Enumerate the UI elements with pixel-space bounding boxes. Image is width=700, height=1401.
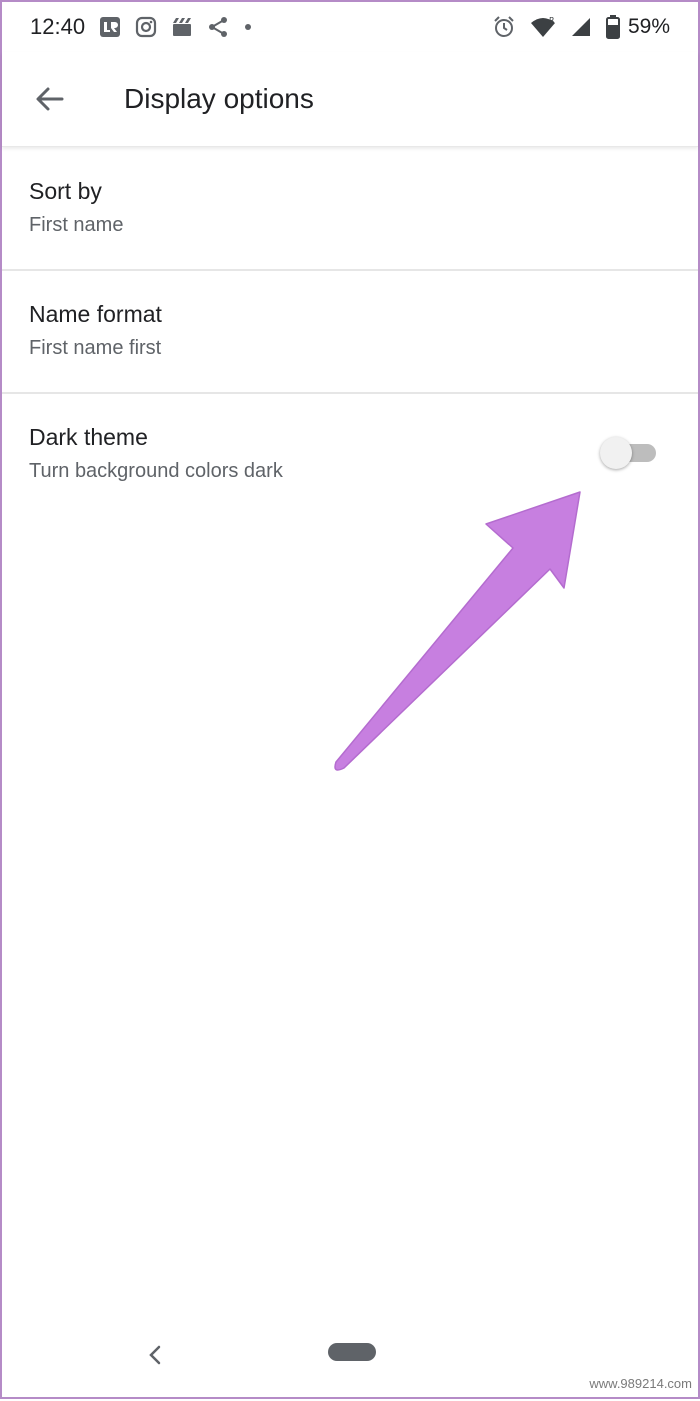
status-time: 12:40 xyxy=(30,14,86,39)
battery-percent: 59% xyxy=(627,15,670,38)
settings-list: Sort by First name Name format First nam… xyxy=(2,148,698,517)
status-left: 12:40 xyxy=(30,14,253,40)
phone-screen: 12:40 R 59% Display options Sort by Firs… xyxy=(0,0,700,1399)
setting-subtitle: First name xyxy=(29,214,124,236)
page-title: Display options xyxy=(124,83,314,114)
setting-subtitle: Turn background colors dark xyxy=(29,460,283,482)
setting-sort-by[interactable]: Sort by First name xyxy=(2,148,698,271)
dark-theme-toggle[interactable] xyxy=(600,436,656,470)
status-right: R 59% xyxy=(492,15,670,39)
wifi-icon: R xyxy=(530,16,556,38)
chevron-left-icon xyxy=(149,1345,161,1365)
battery-icon xyxy=(605,15,620,39)
arrow-left-icon xyxy=(36,87,64,111)
alarm-icon xyxy=(492,15,516,39)
toggle-thumb xyxy=(600,437,632,469)
nav-home-pill[interactable] xyxy=(328,1343,376,1361)
setting-title: Name format xyxy=(29,301,162,327)
clapper-icon xyxy=(171,17,193,37)
watermark: www.989214.com xyxy=(589,1376,692,1391)
share-icon xyxy=(207,16,229,38)
nav-back-button[interactable] xyxy=(140,1337,170,1373)
signal-icon xyxy=(570,16,592,38)
lr-app-icon xyxy=(99,16,121,38)
setting-dark-theme[interactable]: Dark theme Turn background colors dark xyxy=(2,394,698,517)
dot-icon xyxy=(243,22,253,32)
setting-title: Dark theme xyxy=(29,424,148,450)
svg-text:R: R xyxy=(549,16,555,25)
setting-subtitle: First name first xyxy=(29,337,162,359)
status-bar: 12:40 R 59% xyxy=(2,2,698,52)
app-bar: Display options xyxy=(2,52,698,147)
back-button[interactable] xyxy=(22,71,78,127)
instagram-icon xyxy=(135,16,157,38)
setting-name-format[interactable]: Name format First name first xyxy=(2,271,698,394)
setting-title: Sort by xyxy=(29,178,102,204)
